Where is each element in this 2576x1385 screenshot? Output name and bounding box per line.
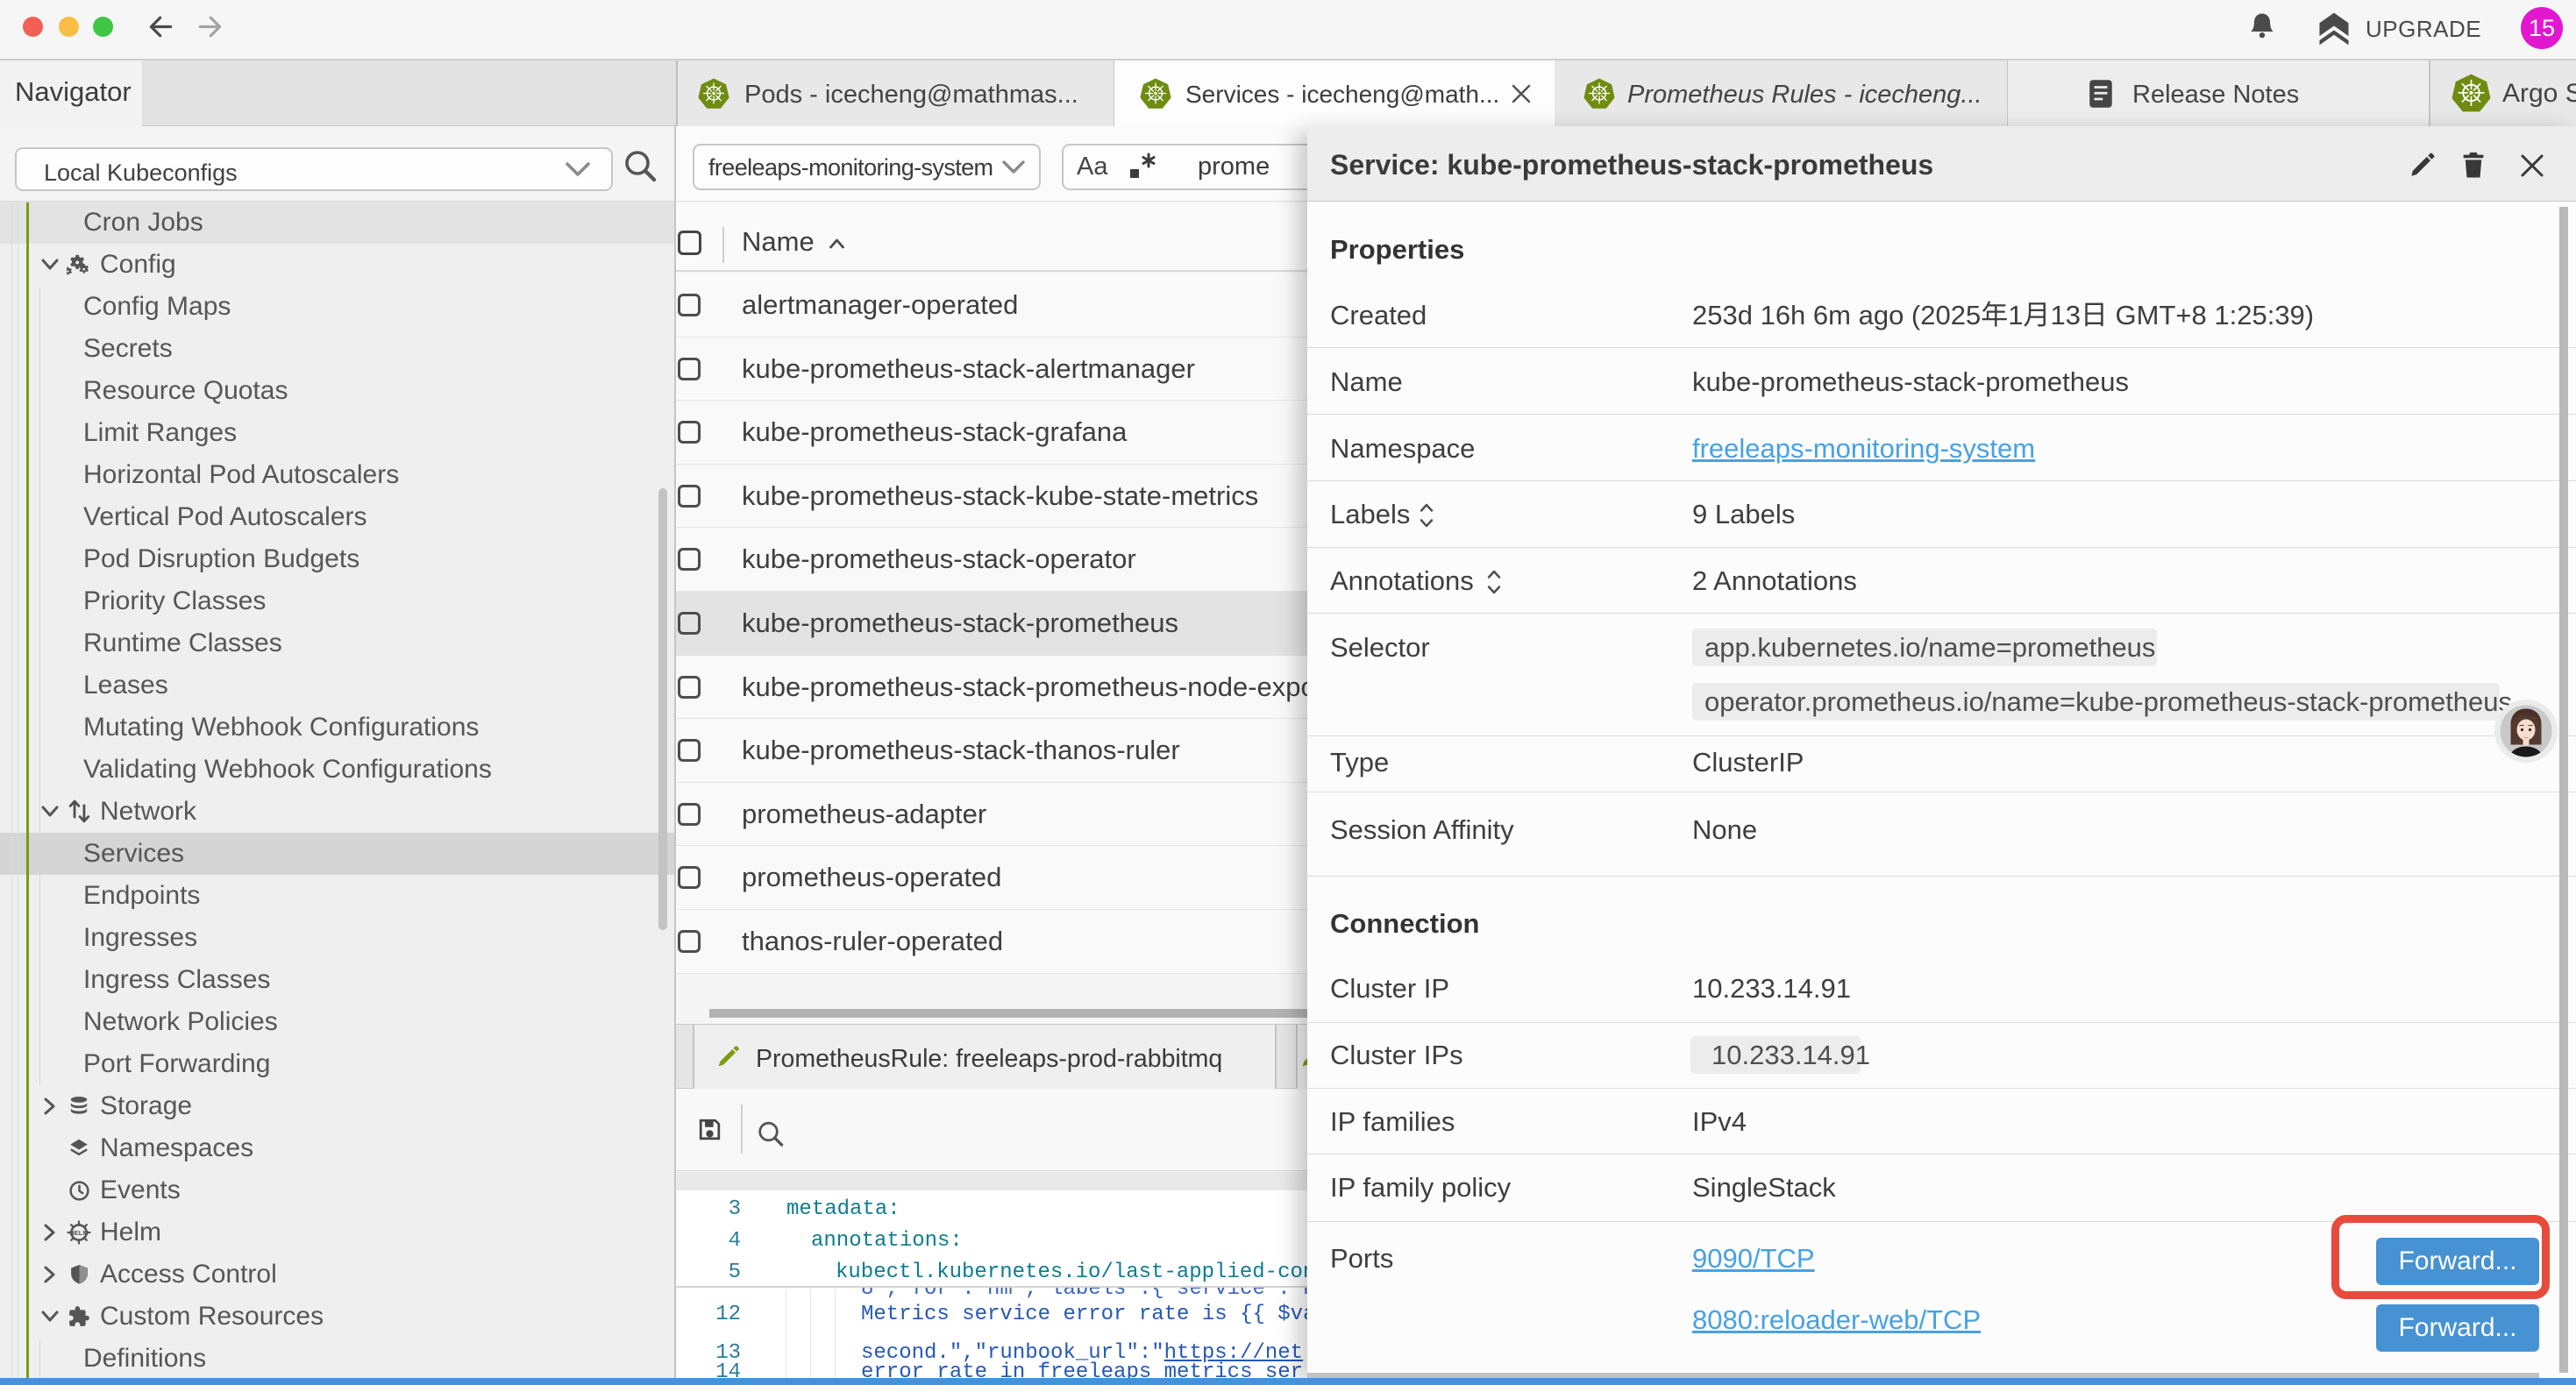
svg-text:HELM: HELM (69, 1229, 88, 1237)
